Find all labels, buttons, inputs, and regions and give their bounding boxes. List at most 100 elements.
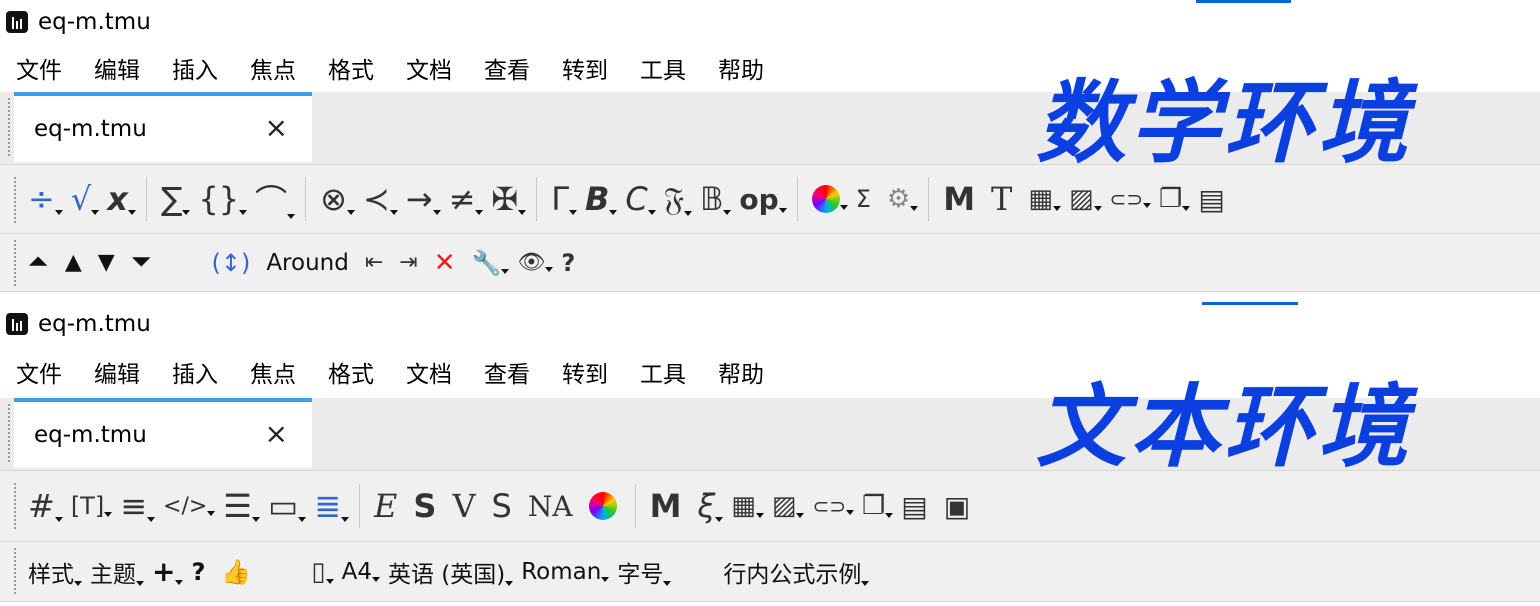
fraktur-icon[interactable]: 𝔉 — [664, 180, 693, 219]
resize-bracket-icon[interactable]: (↕) — [211, 249, 250, 277]
enumerate-icon[interactable]: ☰ — [223, 487, 260, 525]
menu-help[interactable]: 帮助 — [718, 355, 764, 389]
menu-view[interactable]: 查看 — [484, 51, 530, 85]
emphasis-icon[interactable]: E — [374, 487, 397, 525]
terminal-icon[interactable]: ▣ — [944, 490, 970, 523]
image-icon[interactable]: ▨ — [772, 491, 804, 521]
menu-file[interactable]: 文件 — [16, 51, 62, 85]
film-icon[interactable]: ▤ — [901, 490, 927, 523]
verbatim-icon[interactable]: V — [452, 487, 475, 525]
thumbs-up-icon[interactable]: 👍 — [221, 558, 251, 586]
tab-document[interactable]: eq-m.tmu × — [14, 398, 312, 468]
calligraphic-icon[interactable]: C — [625, 180, 657, 218]
menu-help[interactable]: 帮助 — [718, 51, 764, 85]
menu-format[interactable]: 格式 — [328, 51, 374, 85]
math-mode-icon[interactable]: M — [650, 487, 682, 525]
link-icon[interactable]: ⊂⊃ — [812, 494, 854, 518]
greek-icon[interactable]: Γ — [551, 180, 577, 218]
menu-document[interactable]: 文档 — [406, 355, 452, 389]
tab-document[interactable]: eq-m.tmu × — [14, 92, 312, 162]
negation-icon[interactable]: ≠ — [449, 180, 484, 218]
theme-menu[interactable]: 主题 — [90, 555, 144, 589]
copy-icon[interactable]: ❐ — [862, 491, 894, 521]
table-icon[interactable]: ▦ — [731, 491, 764, 521]
font-size-menu[interactable]: 字号 — [617, 555, 672, 589]
wide-accent-icon[interactable]: ⌒ — [255, 176, 296, 222]
blackboard-icon[interactable]: 𝔹 — [700, 180, 732, 218]
relation-icon[interactable]: ≺ — [363, 180, 398, 218]
text-box-icon[interactable]: [T] — [71, 492, 113, 520]
separator — [634, 484, 636, 528]
move-down-icon[interactable]: ▼ — [98, 250, 115, 275]
film-icon[interactable]: ▤ — [1198, 183, 1224, 216]
name-icon[interactable]: NA — [528, 490, 573, 523]
move-first-icon[interactable]: ⏶ — [28, 247, 49, 278]
inline-formula-menu[interactable]: 行内公式示例 — [723, 555, 870, 589]
misc-symbol-icon[interactable]: ✠ — [491, 180, 526, 218]
close-icon[interactable]: × — [265, 416, 288, 452]
menu-document[interactable]: 文档 — [406, 51, 452, 85]
wrench-sum-icon[interactable]: ⚙ — [887, 184, 919, 214]
around-label[interactable]: Around — [266, 250, 349, 276]
list-icon[interactable]: ≡ — [120, 487, 155, 525]
brackets-icon[interactable]: {} — [198, 180, 247, 218]
menu-tools[interactable]: 工具 — [640, 51, 686, 85]
menu-go[interactable]: 转到 — [562, 51, 608, 85]
exit-right-icon[interactable]: ⇥ — [399, 250, 417, 275]
page-icon[interactable]: ▯ — [311, 557, 335, 587]
menu-insert[interactable]: 插入 — [172, 355, 218, 389]
toolbar-grip — [14, 548, 16, 594]
move-last-icon[interactable]: ⏷ — [131, 247, 152, 278]
comment-icon[interactable]: ▭ — [268, 487, 307, 525]
code-icon[interactable]: </> — [163, 494, 216, 519]
wrench-icon[interactable]: 🔧 — [472, 249, 510, 277]
exit-left-icon[interactable]: ⇤ — [365, 250, 383, 275]
menu-edit[interactable]: 编辑 — [94, 355, 140, 389]
add-icon[interactable]: + — [152, 555, 185, 588]
menu-go[interactable]: 转到 — [562, 355, 608, 389]
paragraph-icon[interactable]: ≣ — [314, 487, 349, 525]
math-mode-icon[interactable]: M — [943, 180, 975, 218]
table-icon[interactable]: ▦ — [1028, 184, 1061, 214]
sans-icon[interactable]: S — [492, 487, 512, 525]
big-operator-icon[interactable]: ∑ — [161, 180, 190, 218]
close-icon[interactable]: × — [265, 110, 288, 146]
sum-icon[interactable]: Σ — [856, 185, 871, 213]
fraction-icon[interactable]: ÷ — [28, 180, 63, 218]
text-mode-icon[interactable]: T — [991, 180, 1012, 218]
delete-icon[interactable]: ✕ — [434, 248, 456, 278]
separator — [145, 177, 147, 221]
script-icon[interactable]: x — [107, 180, 136, 218]
separator — [359, 484, 361, 528]
paper-size-menu[interactable]: A4 — [342, 559, 381, 585]
color-icon[interactable] — [811, 185, 848, 213]
overlay-label-math: 数学环境 — [1036, 71, 1412, 176]
help-icon[interactable]: ? — [561, 249, 575, 277]
bold-math-icon[interactable]: B — [585, 180, 618, 218]
color-icon[interactable] — [588, 492, 617, 520]
section-icon[interactable]: # — [28, 487, 63, 525]
menu-view[interactable]: 查看 — [484, 355, 530, 389]
menu-edit[interactable]: 编辑 — [94, 51, 140, 85]
image-icon[interactable]: ▨ — [1069, 184, 1101, 214]
menu-format[interactable]: 格式 — [328, 355, 374, 389]
menu-file[interactable]: 文件 — [16, 355, 62, 389]
language-menu[interactable]: 英语 (英国) — [388, 555, 514, 589]
binary-operator-icon[interactable]: ⊗ — [320, 180, 355, 218]
move-up-icon[interactable]: ▲ — [65, 250, 82, 275]
style-menu[interactable]: 样式 — [28, 555, 82, 589]
menu-focus[interactable]: 焦点 — [250, 355, 296, 389]
formula-icon[interactable]: ξ — [697, 487, 724, 525]
link-icon[interactable]: ⊂⊃ — [1110, 187, 1151, 211]
sqrt-icon[interactable]: √ — [71, 180, 100, 218]
font-menu[interactable]: Roman — [521, 559, 610, 585]
strong-icon[interactable]: S — [413, 487, 436, 525]
copy-icon[interactable]: ❐ — [1159, 184, 1191, 214]
eye-icon[interactable]: 👁 — [517, 250, 554, 275]
help-icon[interactable]: ? — [191, 558, 205, 586]
operator-icon[interactable]: op — [739, 183, 788, 216]
arrow-icon[interactable]: → — [406, 180, 441, 218]
menu-tools[interactable]: 工具 — [640, 355, 686, 389]
menu-focus[interactable]: 焦点 — [250, 51, 296, 85]
menu-insert[interactable]: 插入 — [172, 51, 218, 85]
